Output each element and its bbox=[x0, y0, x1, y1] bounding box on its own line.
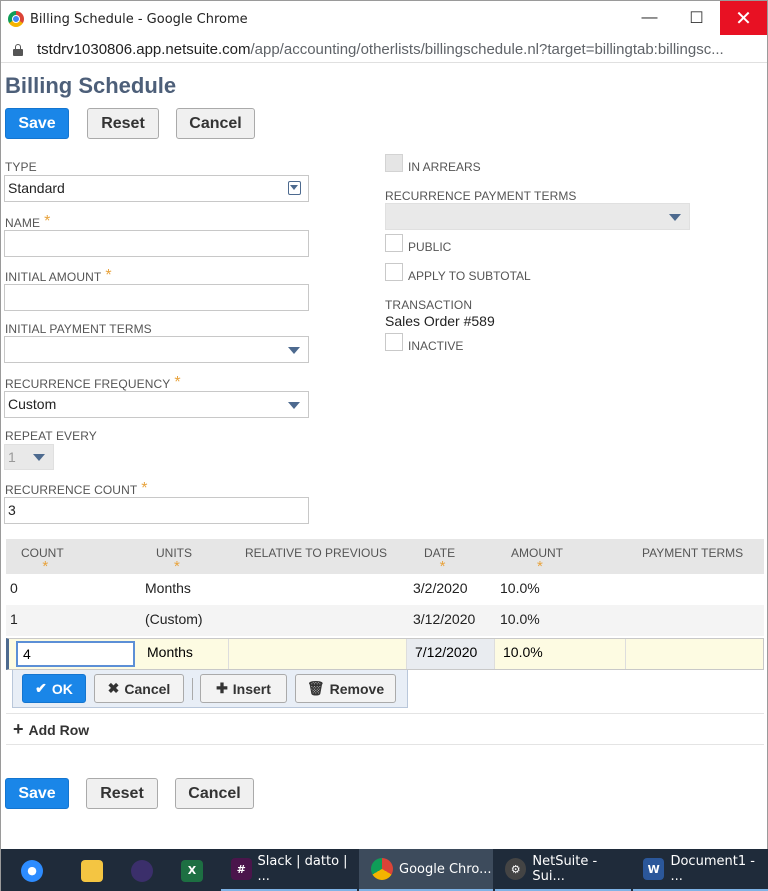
taskbar-eclipse[interactable] bbox=[131, 849, 153, 891]
close-button[interactable]: ✕ bbox=[720, 1, 767, 35]
taskbar-slack[interactable]: # Slack | datto | ... bbox=[221, 849, 357, 891]
apply-to-subtotal-checkbox[interactable] bbox=[385, 263, 403, 281]
type-label: TYPE bbox=[5, 160, 37, 174]
relative-cell[interactable] bbox=[229, 639, 407, 669]
bottom-save-button[interactable]: Save bbox=[5, 778, 69, 809]
public-checkbox[interactable] bbox=[385, 234, 403, 252]
col-date[interactable]: DATE * bbox=[424, 546, 455, 575]
initial-amount-input[interactable] bbox=[4, 284, 309, 311]
table-header: COUNT * UNITS * RELATIVE TO PREVIOUS DATE *… bbox=[6, 539, 764, 575]
table-row[interactable]: 0 Months 3/2/2020 10.0% bbox=[6, 574, 764, 605]
in-arrears-checkbox bbox=[385, 154, 403, 172]
page-content: Billing Schedule Save Reset Cancel TYPE … bbox=[1, 63, 767, 849]
taskbar-zoom[interactable]: ● bbox=[21, 849, 43, 891]
window-controls: — ☐ ✕ bbox=[626, 1, 767, 35]
recurrence-payment-terms-select bbox=[385, 203, 690, 230]
repeat-every-value: 1 bbox=[8, 449, 16, 465]
word-icon: W bbox=[643, 858, 665, 880]
check-icon: ✔ bbox=[35, 680, 47, 696]
recurrence-payment-terms-label: RECURRENCE PAYMENT TERMS bbox=[385, 189, 577, 203]
col-amount[interactable]: AMOUNT * bbox=[511, 546, 563, 575]
count-input[interactable]: 4 bbox=[16, 641, 135, 667]
trash-icon: 🗑 bbox=[306, 680, 325, 696]
col-units[interactable]: UNITS * bbox=[156, 546, 192, 575]
edit-row: 4 Months 7/12/2020 10.0% bbox=[6, 638, 764, 670]
excel-icon: X bbox=[181, 859, 203, 882]
recurrence-count-input[interactable]: 3 bbox=[4, 497, 309, 524]
close-icon: ✖ bbox=[107, 680, 120, 696]
address-bar[interactable]: tstdrv1030806.app.netsuite.com/app/accou… bbox=[1, 37, 767, 63]
taskbar-file-explorer[interactable] bbox=[81, 849, 103, 891]
chrome-icon bbox=[371, 858, 393, 880]
taskbar-netsuite[interactable]: ⚙ NetSuite - Sui... bbox=[495, 849, 631, 891]
divider bbox=[192, 678, 193, 700]
type-field[interactable]: Standard bbox=[4, 175, 309, 202]
apply-to-subtotal-label: APPLY TO SUBTOTAL bbox=[408, 269, 531, 283]
url-path: /app/accounting/otherlists/billingschedu… bbox=[250, 41, 724, 58]
recurrence-frequency-value: Custom bbox=[8, 396, 57, 412]
ok-button[interactable]: ✔ OK bbox=[22, 674, 86, 703]
eclipse-icon bbox=[131, 859, 153, 882]
name-input[interactable] bbox=[4, 230, 309, 257]
chrome-icon bbox=[8, 11, 24, 27]
maximize-button[interactable]: ☐ bbox=[673, 1, 720, 35]
row-cancel-button[interactable]: ✖ Cancel bbox=[94, 674, 184, 703]
transaction-link[interactable]: Sales Order #589 bbox=[385, 313, 495, 329]
window-title: Billing Schedule - Google Chrome bbox=[30, 11, 248, 27]
initial-payment-terms-label: INITIAL PAYMENT TERMS bbox=[5, 322, 152, 336]
lock-icon[interactable] bbox=[13, 43, 23, 56]
inactive-label: INACTIVE bbox=[408, 339, 464, 353]
list-icon[interactable] bbox=[288, 181, 301, 195]
public-label: PUBLIC bbox=[408, 240, 452, 254]
transaction-label: TRANSACTION bbox=[385, 298, 473, 312]
chevron-down-icon bbox=[288, 402, 300, 409]
file-explorer-icon bbox=[81, 859, 103, 882]
add-row-button[interactable]: + Add Row bbox=[13, 719, 89, 740]
url-domain: tstdrv1030806.app.netsuite.com bbox=[37, 41, 251, 58]
taskbar-chrome[interactable]: Google Chro... bbox=[359, 849, 493, 891]
reset-button[interactable]: Reset bbox=[87, 108, 159, 139]
insert-button[interactable]: ✚ Insert bbox=[200, 674, 287, 703]
chevron-down-icon bbox=[288, 347, 300, 354]
plus-icon: + bbox=[13, 719, 24, 739]
col-relative-to-previous[interactable]: RELATIVE TO PREVIOUS bbox=[245, 546, 387, 560]
chevron-down-icon bbox=[669, 214, 681, 221]
payment-terms-cell[interactable] bbox=[626, 639, 764, 669]
cancel-button[interactable]: Cancel bbox=[176, 108, 255, 139]
netsuite-icon: ⚙ bbox=[505, 858, 527, 880]
bottom-cancel-button[interactable]: Cancel bbox=[175, 778, 254, 809]
taskbar-word[interactable]: W Document1 - ... bbox=[633, 849, 768, 891]
browser-window: Billing Schedule - Google Chrome — ☐ ✕ t… bbox=[0, 0, 768, 891]
repeat-every-select: 1 bbox=[4, 444, 54, 470]
page-title: Billing Schedule bbox=[5, 73, 177, 98]
chevron-down-icon bbox=[33, 454, 45, 461]
bottom-reset-button[interactable]: Reset bbox=[86, 778, 158, 809]
units-cell[interactable]: Months bbox=[139, 639, 229, 669]
inactive-checkbox[interactable] bbox=[385, 333, 403, 351]
remove-button[interactable]: 🗑 Remove bbox=[295, 674, 396, 703]
url-text[interactable]: tstdrv1030806.app.netsuite.com/app/accou… bbox=[37, 41, 724, 58]
col-count[interactable]: COUNT * bbox=[21, 546, 64, 575]
slack-icon: # bbox=[231, 858, 252, 880]
taskbar: ● X # Slack | datto | ... Google Chro... … bbox=[1, 849, 768, 891]
amount-cell[interactable]: 10.0% bbox=[495, 639, 626, 669]
repeat-every-label: REPEAT EVERY bbox=[5, 429, 97, 443]
row-action-bar: ✔ OK ✖ Cancel ✚ Insert 🗑 Remove bbox=[12, 670, 408, 708]
in-arrears-label: IN ARREARS bbox=[408, 160, 481, 174]
plus-icon: ✚ bbox=[216, 680, 228, 696]
divider bbox=[6, 744, 764, 745]
col-payment-terms[interactable]: PAYMENT TERMS bbox=[642, 546, 743, 560]
type-value: Standard bbox=[8, 180, 65, 196]
zoom-icon: ● bbox=[21, 859, 43, 882]
divider bbox=[6, 713, 764, 714]
recurrence-frequency-select[interactable]: Custom bbox=[4, 391, 309, 418]
date-cell: 7/12/2020 bbox=[407, 639, 495, 669]
title-bar: Billing Schedule - Google Chrome — ☐ ✕ bbox=[1, 1, 767, 37]
minimize-button[interactable]: — bbox=[626, 1, 673, 35]
table-row[interactable]: 1 (Custom) 3/12/2020 10.0% bbox=[6, 605, 764, 636]
initial-payment-terms-select[interactable] bbox=[4, 336, 309, 363]
save-button[interactable]: Save bbox=[5, 108, 69, 139]
taskbar-excel[interactable]: X bbox=[181, 849, 203, 891]
